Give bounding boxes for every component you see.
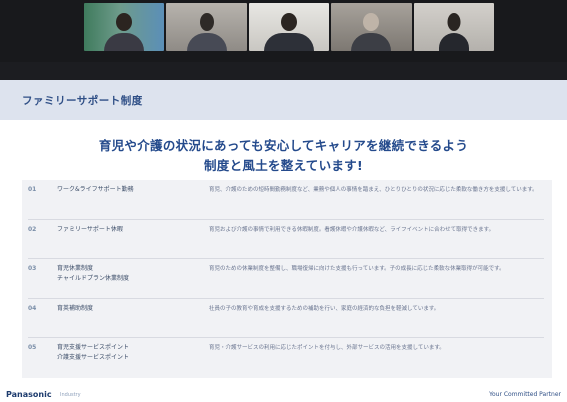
row-number: 02 [28, 225, 37, 233]
participant-body [264, 33, 315, 51]
program-name: 育児休業制度 チャイルドプラン休業制度 [57, 265, 129, 283]
participant-head [281, 13, 298, 31]
program-description: 育児、介護のための短時間勤務制度など、業務や個人の事情を踏まえ、ひとりひとりの状… [209, 187, 538, 193]
participant-tiles [84, 3, 495, 51]
participant-head [447, 13, 461, 31]
table-row: 04 育英補助制度 社員の子の教育や育成を支援するための補助を行い、家庭の経済的… [22, 299, 552, 339]
participant-video-tile[interactable] [413, 3, 495, 51]
program-description: 社員の子の教育や育成を支援するための補助を行い、家庭の経済的な負担を軽減していま… [209, 305, 440, 312]
program-description: 育児および介護の事情で利用できる休暇制度。看護休暇や介護休暇など、ライフイベント… [209, 226, 495, 233]
participant-head [199, 13, 214, 31]
program-name: ワーク&ライフサポート勤務 [57, 186, 134, 193]
brand-subtitle: Industry [60, 392, 81, 398]
panasonic-logo: Panasonic [6, 390, 52, 399]
slide-footer: Panasonic Industry Your Committed Partne… [0, 388, 567, 402]
row-number: 03 [28, 265, 37, 273]
shared-slide: ファミリーサポート制度 育児や介護の状況にあっても安心してキャリアを継続できるよ… [0, 80, 567, 388]
program-description: 育児・介護サービスの利用に応じたポイントを付与し、外部サービスの活用を支援してい… [209, 345, 445, 352]
support-programs-table: 01 ワーク&ライフサポート勤務 育児、介護のための短時間勤務制度など、業務や個… [22, 180, 552, 378]
program-name: 育児支援サービスポイント 介護支援サービスポイント [57, 344, 130, 362]
program-name: 育英補助制度 [57, 304, 94, 312]
slide-section-title: ファミリーサポート制度 [22, 95, 143, 107]
program-name: ファミリーサポート休暇 [57, 225, 123, 233]
slide-header-bar: ファミリーサポート制度 [0, 80, 567, 120]
participant-video-tile[interactable] [331, 3, 412, 51]
participant-video-tile[interactable] [248, 3, 330, 51]
participant-video-tile[interactable] [166, 3, 247, 51]
program-description: 育児のための休業制度を整備し、職場復帰に向けた支援も行っています。子の成長に応じ… [209, 266, 505, 273]
participant-body [104, 33, 145, 51]
participant-body [351, 33, 392, 51]
footer-tagline: Your Committed Partner [489, 391, 561, 398]
row-number: 01 [28, 186, 37, 193]
video-gallery-strip [0, 0, 567, 62]
table-row: 03 育児休業制度 チャイルドプラン休業制度 育児のための休業制度を整備し、職場… [22, 259, 552, 299]
row-number: 04 [28, 304, 37, 312]
slide-headline: 制度と風土を整えています! [204, 158, 363, 173]
participant-body [186, 33, 227, 51]
participant-body [438, 33, 469, 51]
table-row: 01 ワーク&ライフサポート勤務 育児、介護のための短時間勤務制度など、業務や個… [22, 180, 552, 220]
participant-head [116, 13, 133, 31]
participant-video-tile[interactable] [84, 3, 165, 51]
row-number: 05 [28, 344, 37, 352]
participant-head [363, 13, 380, 31]
slide-headline: 育児や介護の状況にあっても安心してキャリアを継続できるよう [98, 138, 469, 153]
table-row: 05 育児支援サービスポイント 介護支援サービスポイント 育児・介護サービスの利… [22, 338, 552, 378]
table-row: 02 ファミリーサポート休暇 育児および介護の事情で利用できる休暇制度。看護休暇… [22, 220, 552, 260]
